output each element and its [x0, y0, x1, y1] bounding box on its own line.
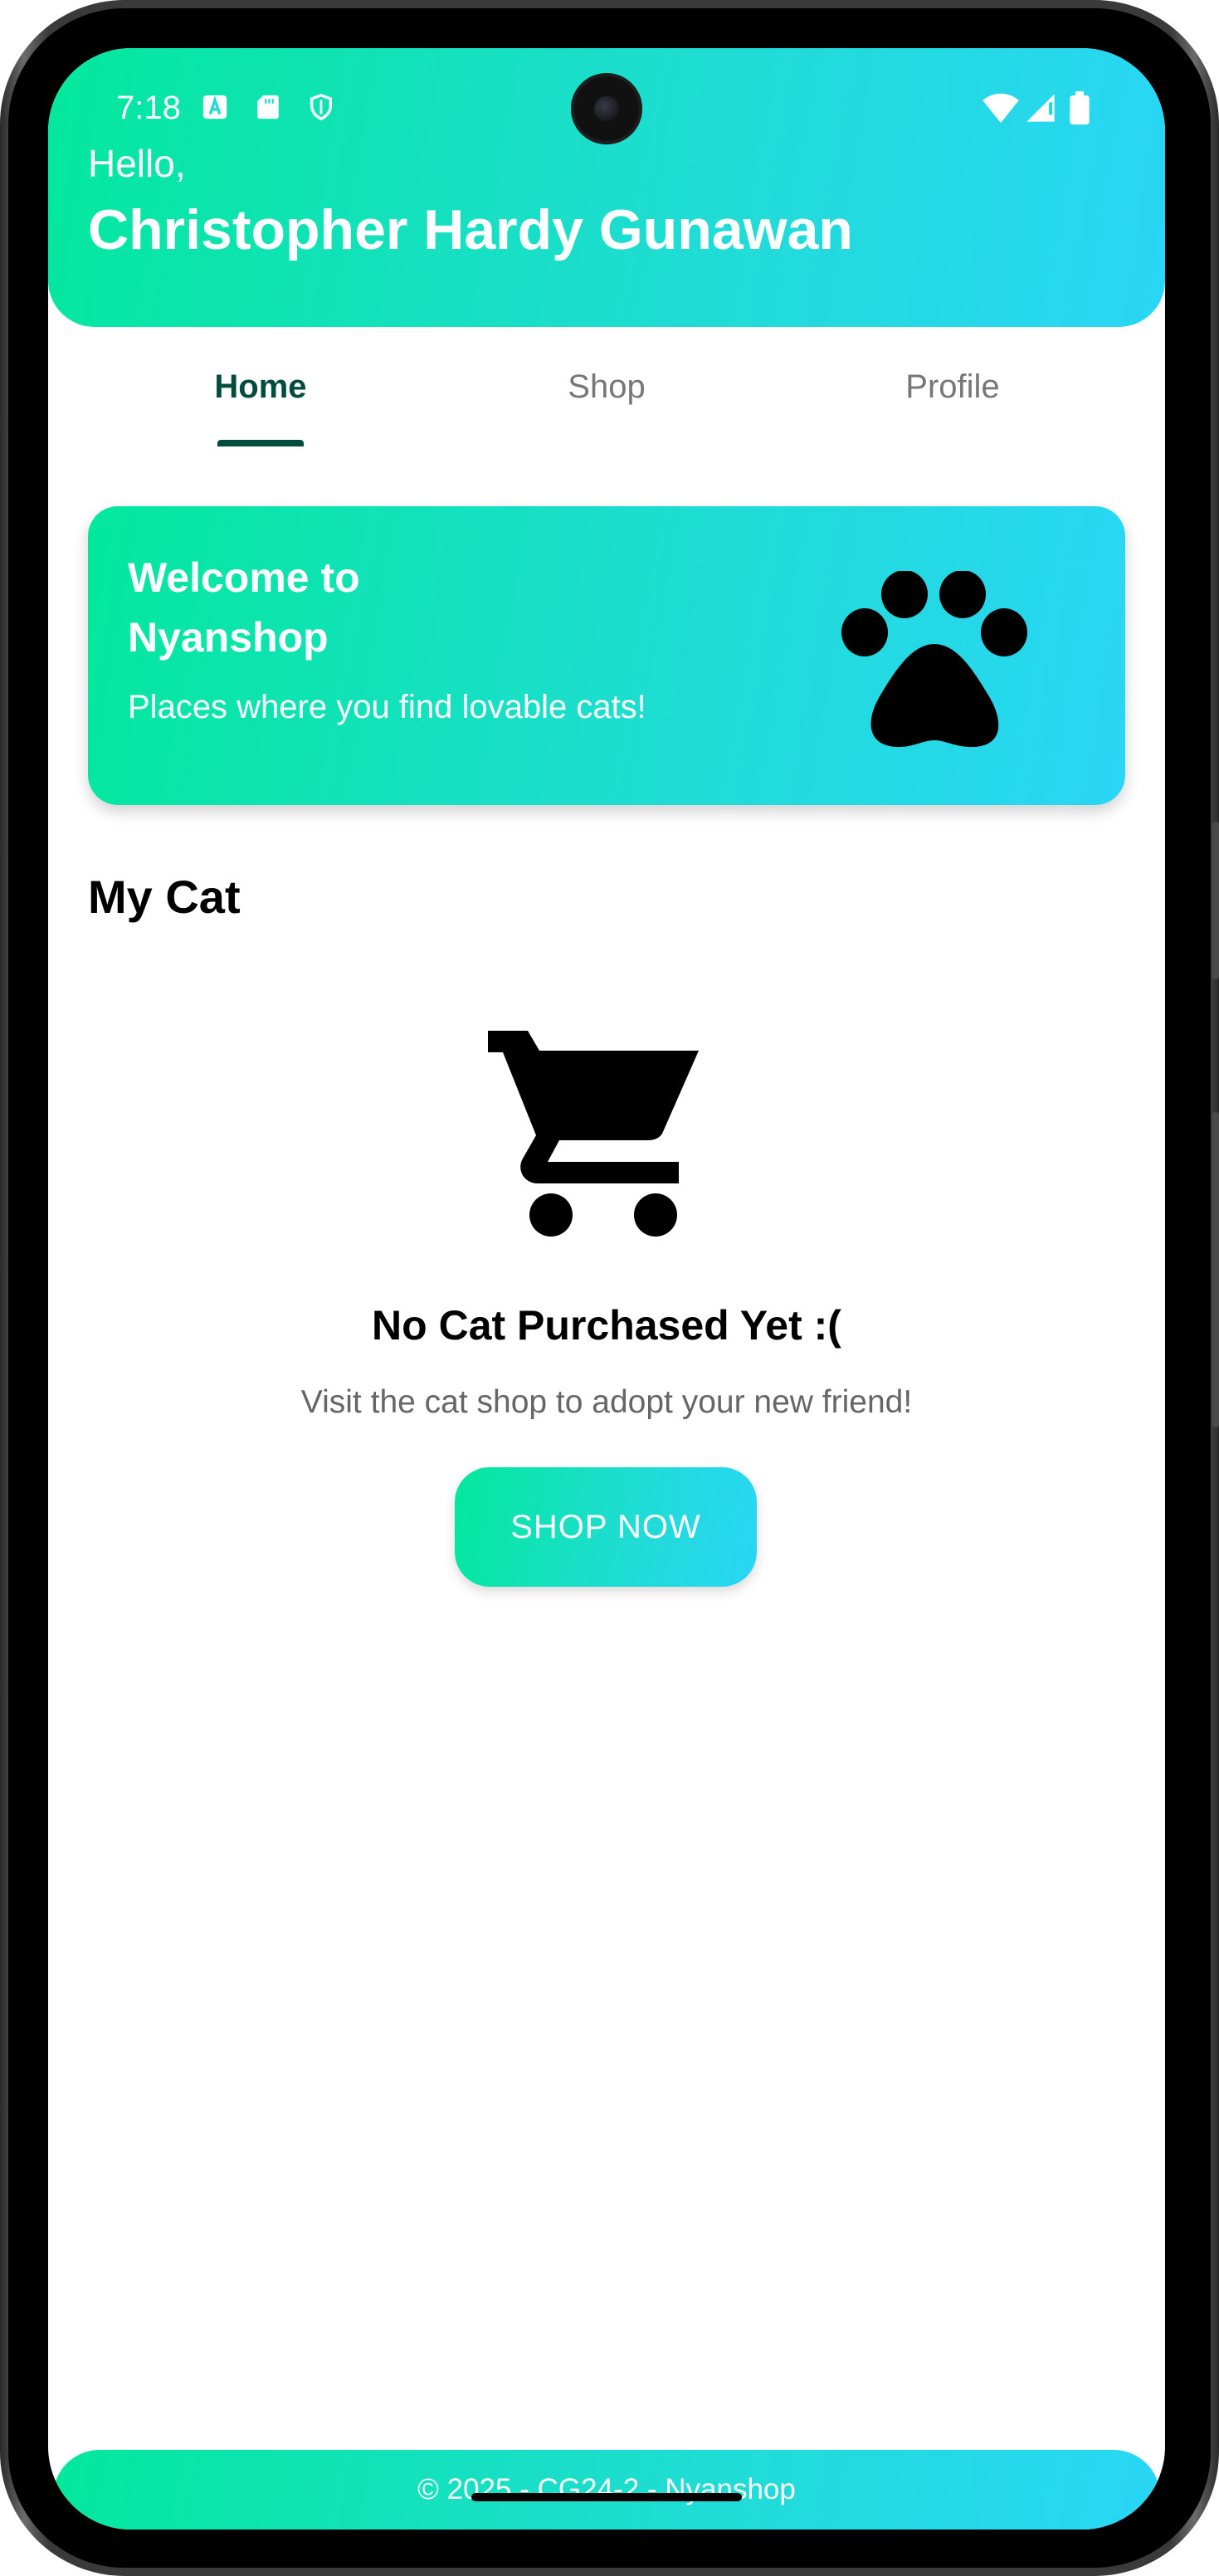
footer-text: © 2025 - CG24-2 - Nyanshop [417, 2473, 796, 2505]
welcome-subtitle: Places where you find lovable cats! [128, 689, 646, 725]
paw-icon [841, 571, 1027, 748]
empty-state-title: No Cat Purchased Yet :( [372, 1302, 841, 1349]
sd-card-icon [257, 95, 279, 120]
signal-icon [1026, 94, 1055, 122]
app-screen: 7:18 Hello, Christopher Hardy Gunawan Ho… [48, 48, 1165, 2530]
phone-frame: 7:18 Hello, Christopher Hardy Gunawan Ho… [0, 0, 1219, 2576]
front-camera [571, 73, 642, 144]
tab-active-indicator [217, 440, 304, 446]
greeting-text: Hello, [88, 142, 186, 185]
wifi-icon [983, 93, 1019, 124]
shop-now-button[interactable]: SHOP NOW [455, 1467, 757, 1587]
shield-icon [310, 94, 333, 121]
power-button [1212, 1112, 1219, 1427]
my-cat-title: My Cat [88, 871, 241, 923]
gesture-bar[interactable] [471, 2493, 742, 2501]
battery-icon [1070, 91, 1090, 124]
footer: © 2025 - CG24-2 - Nyanshop [53, 2450, 1160, 2530]
user-name: Christopher Hardy Gunawan [88, 198, 853, 261]
volume-button [1212, 822, 1219, 979]
shopping-cart-icon [488, 1031, 699, 1237]
app-header: 7:18 Hello, Christopher Hardy Gunawan [48, 48, 1165, 327]
empty-state-message: Visit the cat shop to adopt your new fri… [300, 1384, 913, 1420]
welcome-card: Welcome to Nyanshop Places where you fin… [88, 506, 1125, 805]
tab-home[interactable]: Home [136, 368, 385, 406]
tab-profile[interactable]: Profile [828, 368, 1077, 406]
status-time: 7:18 [116, 90, 181, 126]
welcome-title: Welcome to Nyanshop [128, 554, 360, 661]
tab-shop[interactable]: Shop [482, 368, 731, 406]
a-icon [202, 95, 227, 120]
status-bar: 7:18 [48, 48, 1165, 164]
tab-bar: Home Shop Profile [48, 327, 1165, 451]
